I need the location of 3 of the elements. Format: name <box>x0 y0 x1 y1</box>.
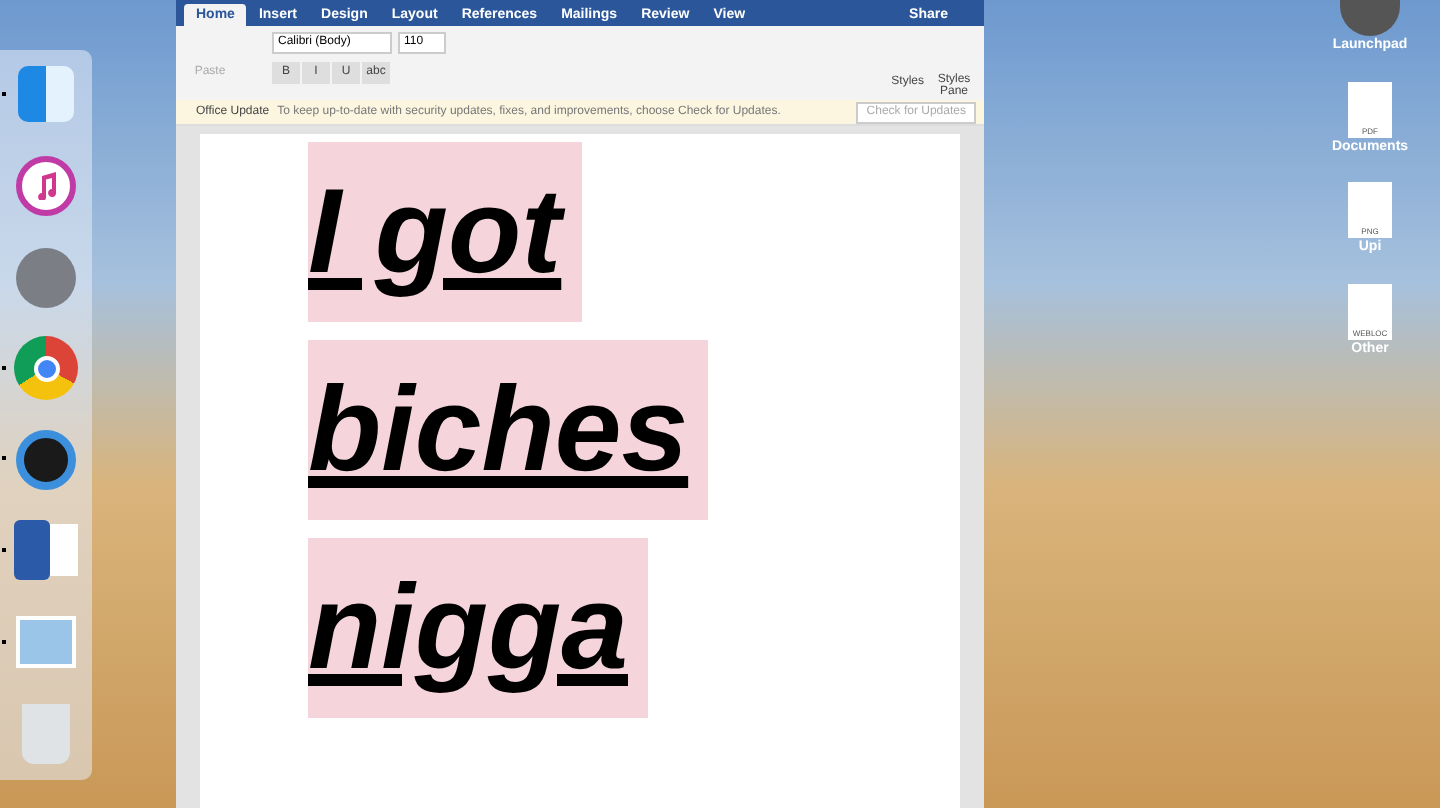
browser-icon[interactable] <box>14 336 78 401</box>
music-note-icon[interactable] <box>16 155 76 216</box>
photos-icon[interactable] <box>16 616 76 669</box>
